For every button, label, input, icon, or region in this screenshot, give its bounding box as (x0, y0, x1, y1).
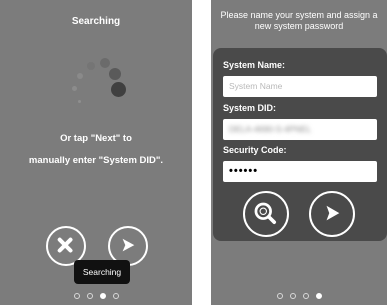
setup-form-panel: System Name: System Name System DID: DEL… (213, 48, 387, 241)
security-code-label: Security Code: (223, 145, 287, 155)
page-dot-2[interactable] (86, 293, 93, 299)
play-arrow-icon (122, 238, 135, 252)
searching-tooltip: Searching (74, 260, 130, 284)
system-did-value: DELA-4690-S-4PNEL (229, 124, 312, 134)
page-dot-4[interactable] (112, 293, 119, 299)
page-dot-1[interactable] (73, 293, 80, 299)
system-did-label: System DID: (223, 103, 277, 113)
page-dot-1[interactable] (276, 293, 283, 299)
page-dot-4-active[interactable] (315, 293, 322, 299)
next-button[interactable] (309, 191, 355, 237)
page-dot-3-active[interactable] (99, 293, 106, 299)
instruction-line-2: manually enter "System DID". (28, 155, 164, 166)
system-name-label: System Name: (223, 60, 286, 70)
search-button[interactable] (243, 191, 289, 237)
instruction-text: Or tap "Next" to manually enter "System … (0, 128, 192, 172)
page-dot-2[interactable] (289, 293, 296, 299)
loading-spinner-icon (72, 56, 134, 106)
security-code-input[interactable]: •••••• (223, 161, 377, 182)
system-did-input[interactable]: DELA-4690-S-4PNEL (223, 119, 377, 140)
instruction-line-1: Or tap "Next" to (60, 133, 132, 144)
system-name-input[interactable]: System Name (223, 76, 377, 97)
system-setup-screen: Please name your system and assign a new… (211, 0, 387, 305)
page-indicator (211, 293, 387, 299)
page-indicator (0, 293, 192, 299)
searching-title: Searching (71, 16, 121, 27)
close-icon (57, 237, 73, 253)
searching-screen: Searching Or tap "Next" to manually ente… (0, 0, 192, 305)
play-arrow-icon (326, 205, 340, 221)
page-dot-3[interactable] (302, 293, 309, 299)
search-icon (254, 202, 277, 225)
setup-title: Please name your system and assign a new… (220, 10, 378, 31)
